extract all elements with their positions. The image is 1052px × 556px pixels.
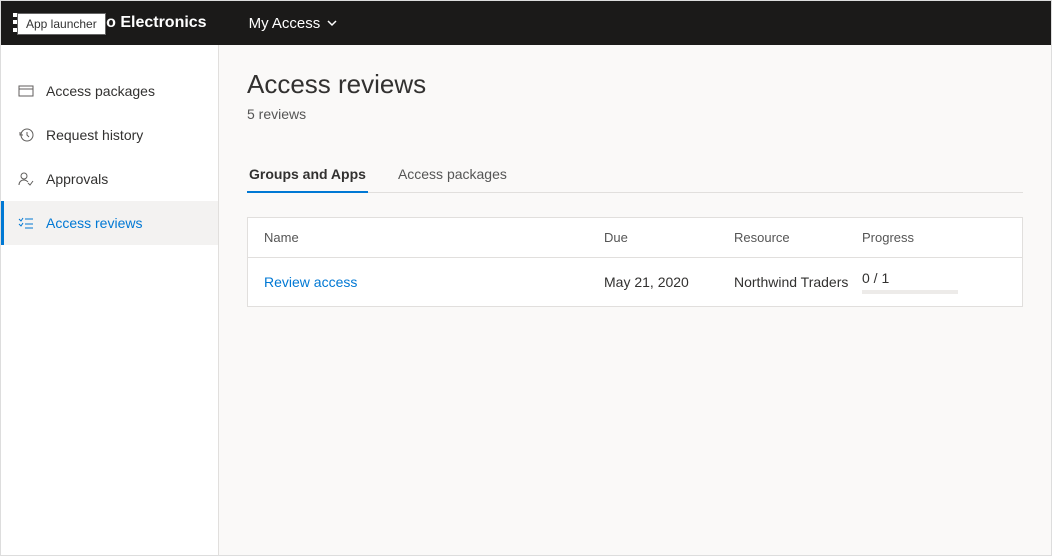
header-bar: Contoso Electronics My Access [1, 1, 1051, 45]
table-row[interactable]: Review access May 21, 2020 Northwind Tra… [248, 258, 1022, 306]
column-header-name[interactable]: Name [264, 230, 604, 245]
progress-bar [862, 290, 958, 294]
sidebar-item-label: Access packages [46, 83, 155, 99]
dropdown-label: My Access [249, 15, 321, 32]
sidebar: Access packages Request history Approval… [1, 45, 219, 555]
tab-access-packages[interactable]: Access packages [396, 158, 509, 192]
checklist-icon [18, 215, 34, 231]
main-content: Access reviews 5 reviews Groups and Apps… [219, 45, 1051, 555]
sidebar-item-label: Access reviews [46, 215, 142, 231]
history-icon [18, 127, 34, 143]
app-launcher-tooltip: App launcher [17, 13, 106, 35]
page-subtitle: 5 reviews [247, 106, 1023, 122]
sidebar-item-label: Request history [46, 127, 143, 143]
table-header: Name Due Resource Progress [248, 218, 1022, 258]
column-header-due[interactable]: Due [604, 230, 734, 245]
my-access-dropdown[interactable]: My Access [249, 15, 339, 32]
sidebar-item-request-history[interactable]: Request history [1, 113, 218, 157]
column-header-resource[interactable]: Resource [734, 230, 862, 245]
package-icon [18, 83, 34, 99]
review-due: May 21, 2020 [604, 274, 734, 290]
progress-text: 0 / 1 [862, 270, 889, 286]
tab-groups-and-apps[interactable]: Groups and Apps [247, 158, 368, 192]
person-check-icon [18, 171, 34, 187]
tabs: Groups and Apps Access packages [247, 158, 1023, 193]
sidebar-item-label: Approvals [46, 171, 108, 187]
chevron-down-icon [326, 17, 338, 29]
review-progress: 0 / 1 [862, 270, 1006, 294]
review-name-link[interactable]: Review access [264, 274, 604, 290]
page-title: Access reviews [247, 69, 1023, 100]
reviews-table: Name Due Resource Progress Review access… [247, 217, 1023, 307]
column-header-progress[interactable]: Progress [862, 230, 1006, 245]
sidebar-item-access-reviews[interactable]: Access reviews [1, 201, 218, 245]
sidebar-item-approvals[interactable]: Approvals [1, 157, 218, 201]
review-resource: Northwind Traders [734, 274, 862, 290]
sidebar-item-access-packages[interactable]: Access packages [1, 69, 218, 113]
